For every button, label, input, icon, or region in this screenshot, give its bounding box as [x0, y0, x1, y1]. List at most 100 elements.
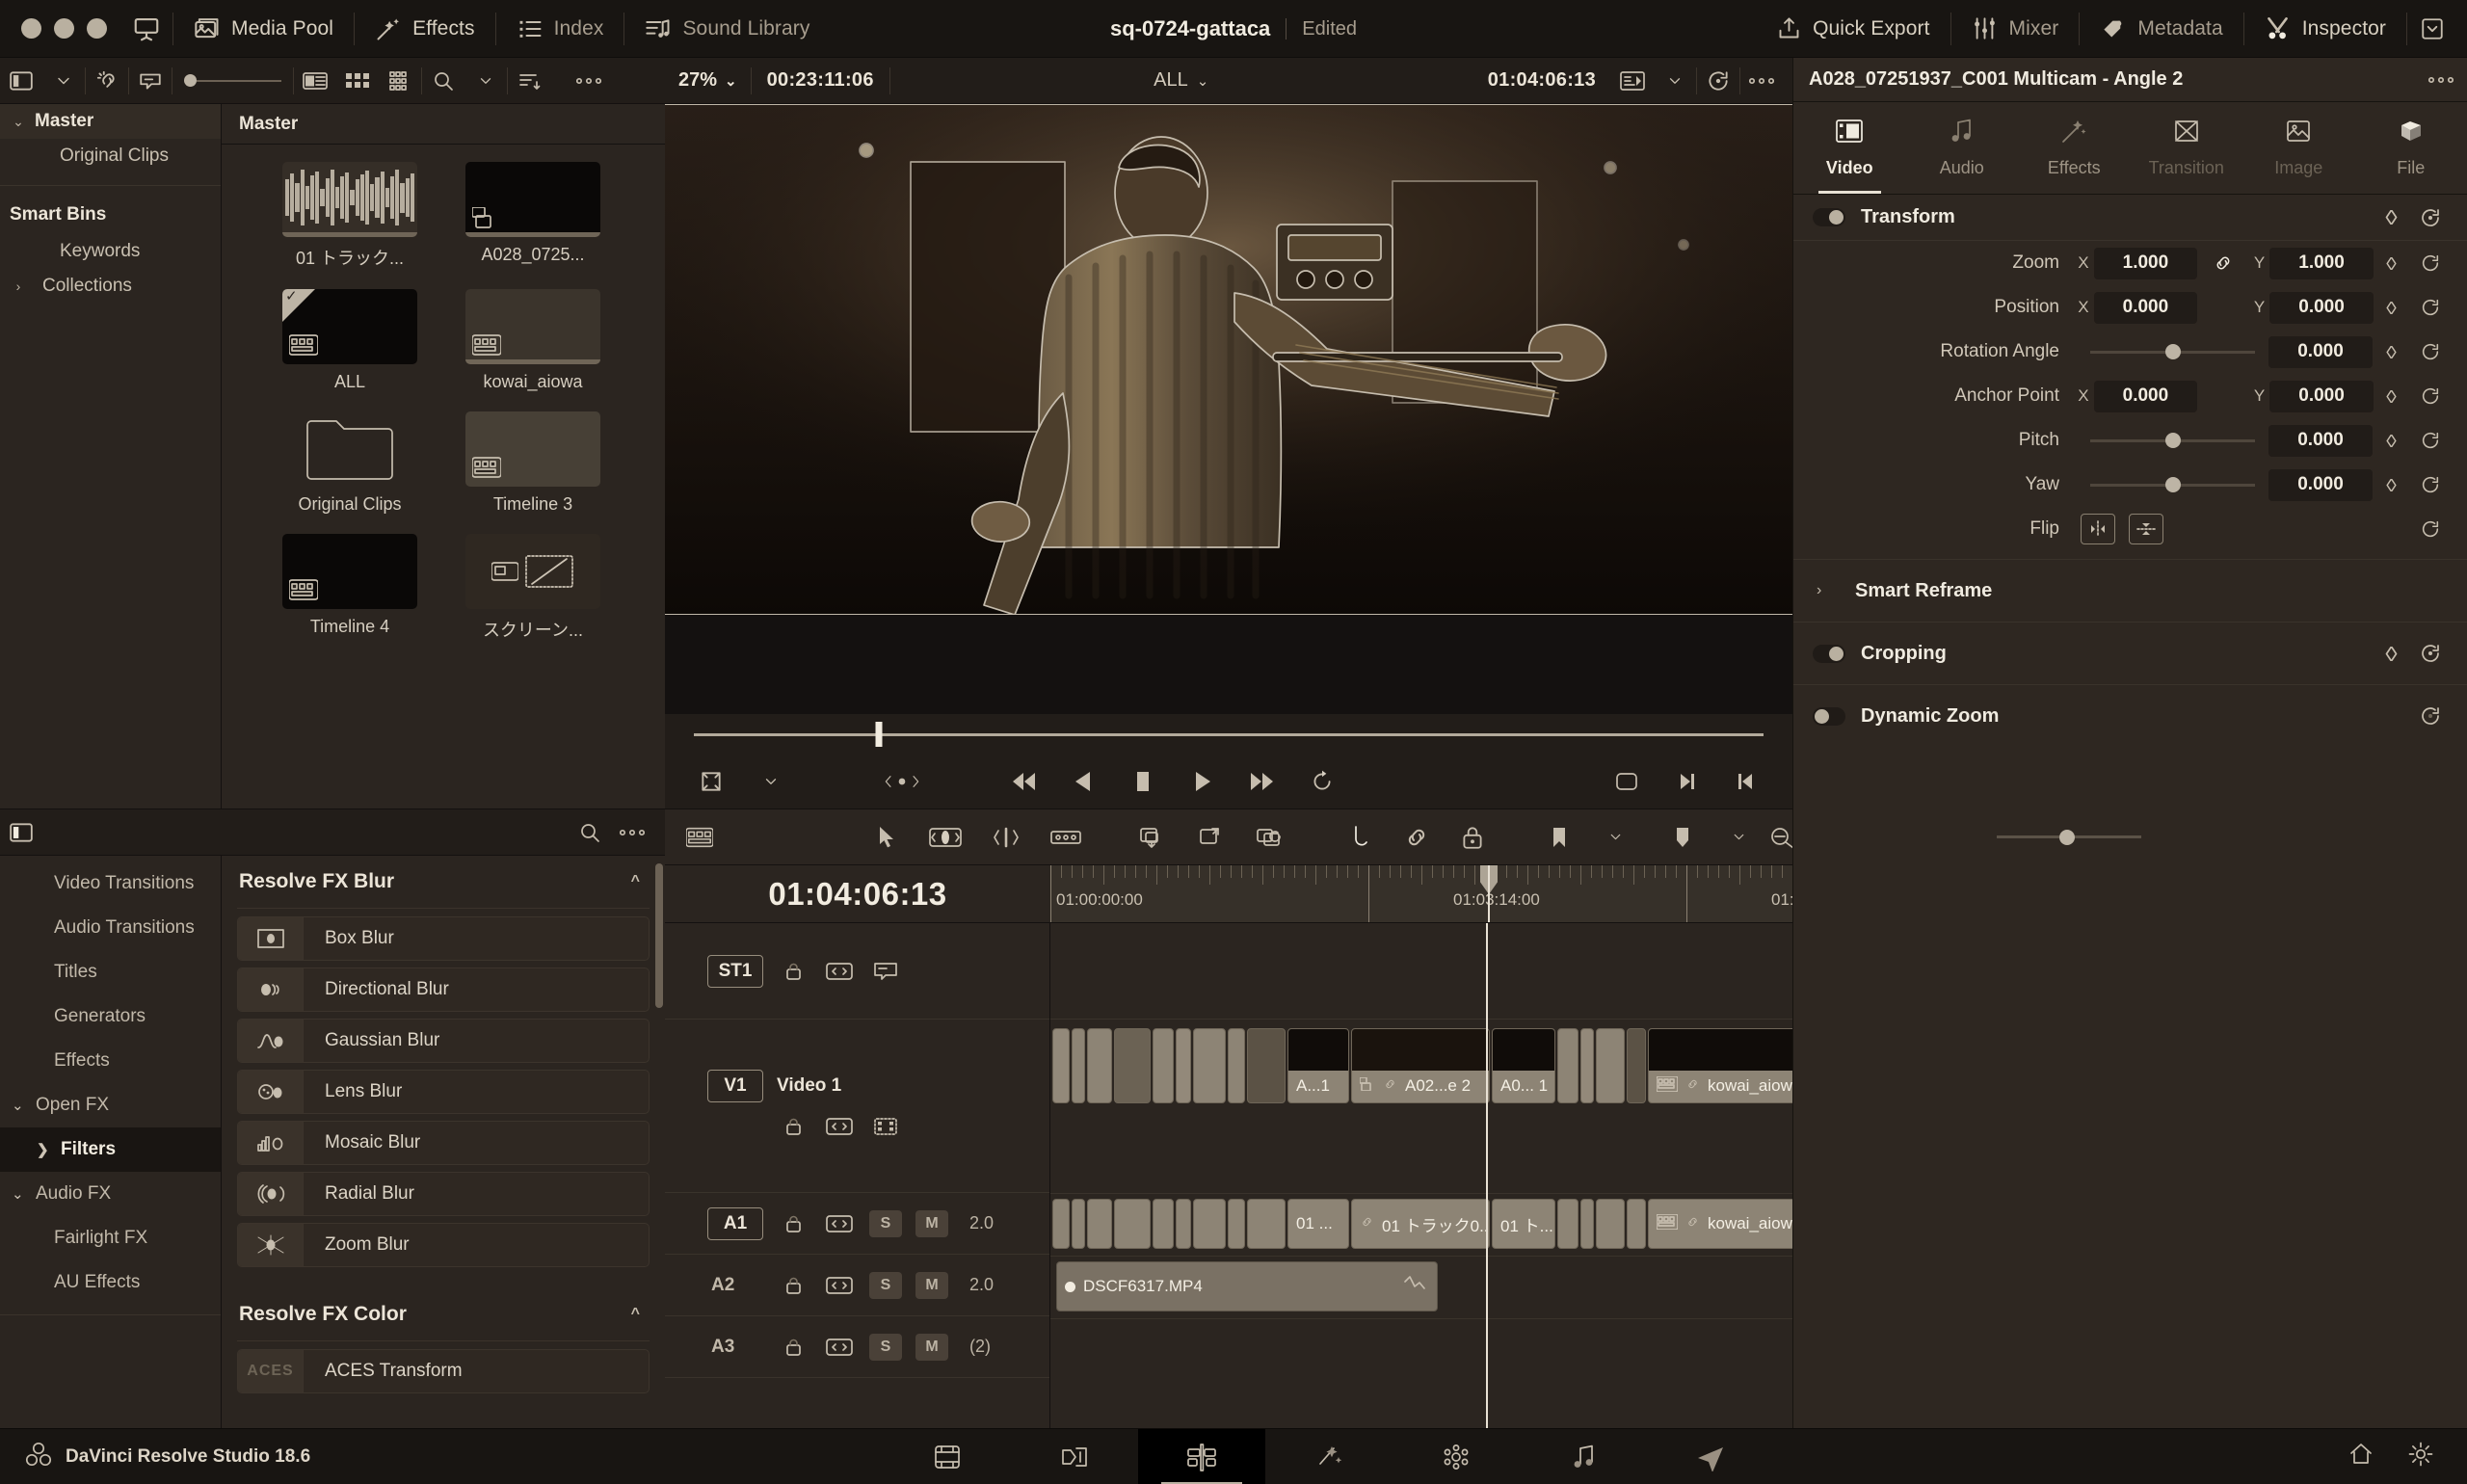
- video-enable-icon[interactable]: [869, 1113, 902, 1140]
- media-item[interactable]: kowai_aiowa: [441, 289, 624, 392]
- tab-sound-library[interactable]: Sound Library: [628, 0, 826, 58]
- page-color[interactable]: [1393, 1429, 1520, 1484]
- timeline-clip[interactable]: [1228, 1199, 1245, 1249]
- play-reverse-button[interactable]: [1064, 762, 1102, 801]
- timeline-clip[interactable]: [1176, 1199, 1191, 1249]
- reset-icon[interactable]: [2409, 341, 2452, 362]
- auto-select-icon[interactable]: [823, 1210, 856, 1237]
- param-position-x-field[interactable]: 0.000: [2093, 291, 2198, 324]
- timeline-clip[interactable]: [1627, 1028, 1646, 1103]
- window-traffic-lights[interactable]: [0, 18, 107, 39]
- page-edit[interactable]: [1138, 1428, 1266, 1484]
- slider-knob[interactable]: [2058, 829, 2075, 845]
- timeline-clip[interactable]: [1627, 1199, 1646, 1249]
- filmstrip-view-icon[interactable]: [379, 58, 421, 104]
- lock-icon[interactable]: [777, 1210, 809, 1237]
- keyframe-icon[interactable]: [2374, 256, 2410, 270]
- effect-item[interactable]: ACES ACES Transform: [237, 1349, 650, 1393]
- dynamic-trim-tool-icon[interactable]: [983, 814, 1029, 861]
- close-window-button[interactable]: [21, 18, 41, 39]
- param-yaw-field[interactable]: 0.000: [2268, 468, 2373, 501]
- effects-group-header[interactable]: Resolve FX Color ^: [237, 1288, 650, 1340]
- tab-media-pool[interactable]: Media Pool: [177, 0, 350, 58]
- lock-icon[interactable]: [777, 1272, 809, 1299]
- bin-item-original-clips[interactable]: Original Clips: [0, 139, 221, 173]
- timeline-current-timecode[interactable]: 01:04:06:13: [665, 865, 1050, 922]
- category-video-transitions[interactable]: Video Transitions: [0, 861, 221, 906]
- solo-button[interactable]: S: [869, 1209, 902, 1237]
- sidebar-toggle-icon[interactable]: [0, 58, 42, 104]
- page-fairlight[interactable]: [1520, 1429, 1647, 1484]
- sort-icon[interactable]: [508, 58, 550, 104]
- stop-button[interactable]: [1124, 762, 1162, 801]
- auto-select-icon[interactable]: [823, 958, 856, 985]
- tab-audio[interactable]: Audio: [1906, 102, 2019, 194]
- media-item[interactable]: Original Clips: [258, 411, 441, 515]
- play-button[interactable]: [1183, 762, 1222, 801]
- category-filters[interactable]: ❯ Filters: [0, 1127, 221, 1172]
- subtitle-icon[interactable]: [869, 958, 902, 985]
- tab-transition[interactable]: Transition: [2131, 102, 2243, 194]
- viewer-position-timecode[interactable]: 01:04:06:13: [1472, 69, 1611, 92]
- viewer-display-icon[interactable]: [1611, 58, 1654, 104]
- timeline-ruler[interactable]: 01:00:00:00 01:03:14:00 01:06:28:00 01:0…: [1050, 865, 1792, 922]
- track-header-v1[interactable]: V1 Video 1: [665, 1020, 1049, 1193]
- chevron-down-icon[interactable]: [42, 58, 85, 104]
- param-zoom-x-field[interactable]: 1.000: [2093, 247, 2198, 279]
- auto-select-icon[interactable]: [823, 1334, 856, 1361]
- media-item[interactable]: スクリーン...: [441, 534, 624, 642]
- page-deliver[interactable]: [1647, 1429, 1774, 1484]
- flip-vertical-button[interactable]: [2129, 514, 2163, 544]
- timeline-clip[interactable]: [1557, 1028, 1578, 1103]
- tab-image[interactable]: Image: [2242, 102, 2355, 194]
- keyframe-icon[interactable]: [2373, 434, 2409, 447]
- timeline-clip[interactable]: [1580, 1199, 1594, 1249]
- category-audio-fx[interactable]: ⌄ Audio FX: [0, 1172, 221, 1216]
- reset-icon[interactable]: [2409, 642, 2452, 665]
- timeline-clip[interactable]: [1087, 1199, 1112, 1249]
- cropping-toggle[interactable]: [1813, 644, 1845, 663]
- mute-button[interactable]: M: [915, 1271, 948, 1299]
- lock-icon[interactable]: [777, 958, 809, 985]
- overwrite-clip-icon[interactable]: [1189, 814, 1234, 861]
- param-zoom-y-field[interactable]: 1.000: [2269, 247, 2374, 279]
- timeline-clip[interactable]: kowai_aiowa: [1648, 1028, 1792, 1103]
- tab-effects[interactable]: Effects: [2018, 102, 2131, 194]
- timeline-view-options-icon[interactable]: [678, 814, 721, 861]
- reset-icon[interactable]: [2409, 430, 2452, 451]
- param-zoom[interactable]: Zoom X 1.000 Y 1.000: [1793, 241, 2467, 285]
- track-id-st1[interactable]: ST1: [707, 954, 763, 988]
- timeline-clip[interactable]: [1596, 1028, 1625, 1103]
- bin-item-master[interactable]: ⌄ Master: [0, 104, 221, 139]
- effect-item[interactable]: Directional Blur: [237, 967, 650, 1012]
- slider-knob[interactable]: [184, 74, 197, 87]
- sidebar-toggle-icon[interactable]: [0, 809, 42, 856]
- track-header-a1[interactable]: A1 S M 2.0: [665, 1193, 1049, 1255]
- slider-knob[interactable]: [2164, 477, 2181, 492]
- keyframe-icon[interactable]: [2373, 478, 2409, 491]
- marker-icon[interactable]: [1538, 814, 1580, 861]
- more-options-icon[interactable]: [568, 58, 610, 104]
- track-id-a1[interactable]: A1: [707, 1206, 763, 1240]
- category-open-fx[interactable]: ⌄ Open FX: [0, 1083, 221, 1127]
- timeline-clip[interactable]: [1052, 1028, 1070, 1103]
- timeline-clip[interactable]: 01 ト...: [1492, 1199, 1555, 1249]
- project-manager-icon[interactable]: [124, 6, 169, 52]
- track-id-v1[interactable]: V1: [707, 1069, 763, 1102]
- flag-icon[interactable]: [1661, 814, 1704, 861]
- link-clips-icon[interactable]: [86, 58, 128, 104]
- param-flip[interactable]: Flip: [1793, 507, 2467, 551]
- param-rotation-field[interactable]: 0.000: [2268, 335, 2373, 368]
- chevron-down-icon[interactable]: [1654, 58, 1696, 104]
- effects-group-header[interactable]: Resolve FX Blur ^: [237, 856, 650, 908]
- mixer-button[interactable]: Mixer: [1955, 0, 2076, 58]
- timeline-playhead[interactable]: [1486, 923, 1488, 1428]
- settings-gear-icon[interactable]: [2407, 1441, 2434, 1472]
- rotation-slider[interactable]: [2090, 336, 2255, 368]
- jump-end-button[interactable]: [1243, 762, 1282, 801]
- mute-button[interactable]: M: [915, 1333, 948, 1361]
- param-position-y-field[interactable]: 0.000: [2269, 291, 2374, 324]
- project-manager-home-icon[interactable]: [2348, 1441, 2374, 1472]
- category-au-effects[interactable]: AU Effects: [0, 1260, 221, 1305]
- track-header-a2[interactable]: A2 S M 2.0: [665, 1255, 1049, 1316]
